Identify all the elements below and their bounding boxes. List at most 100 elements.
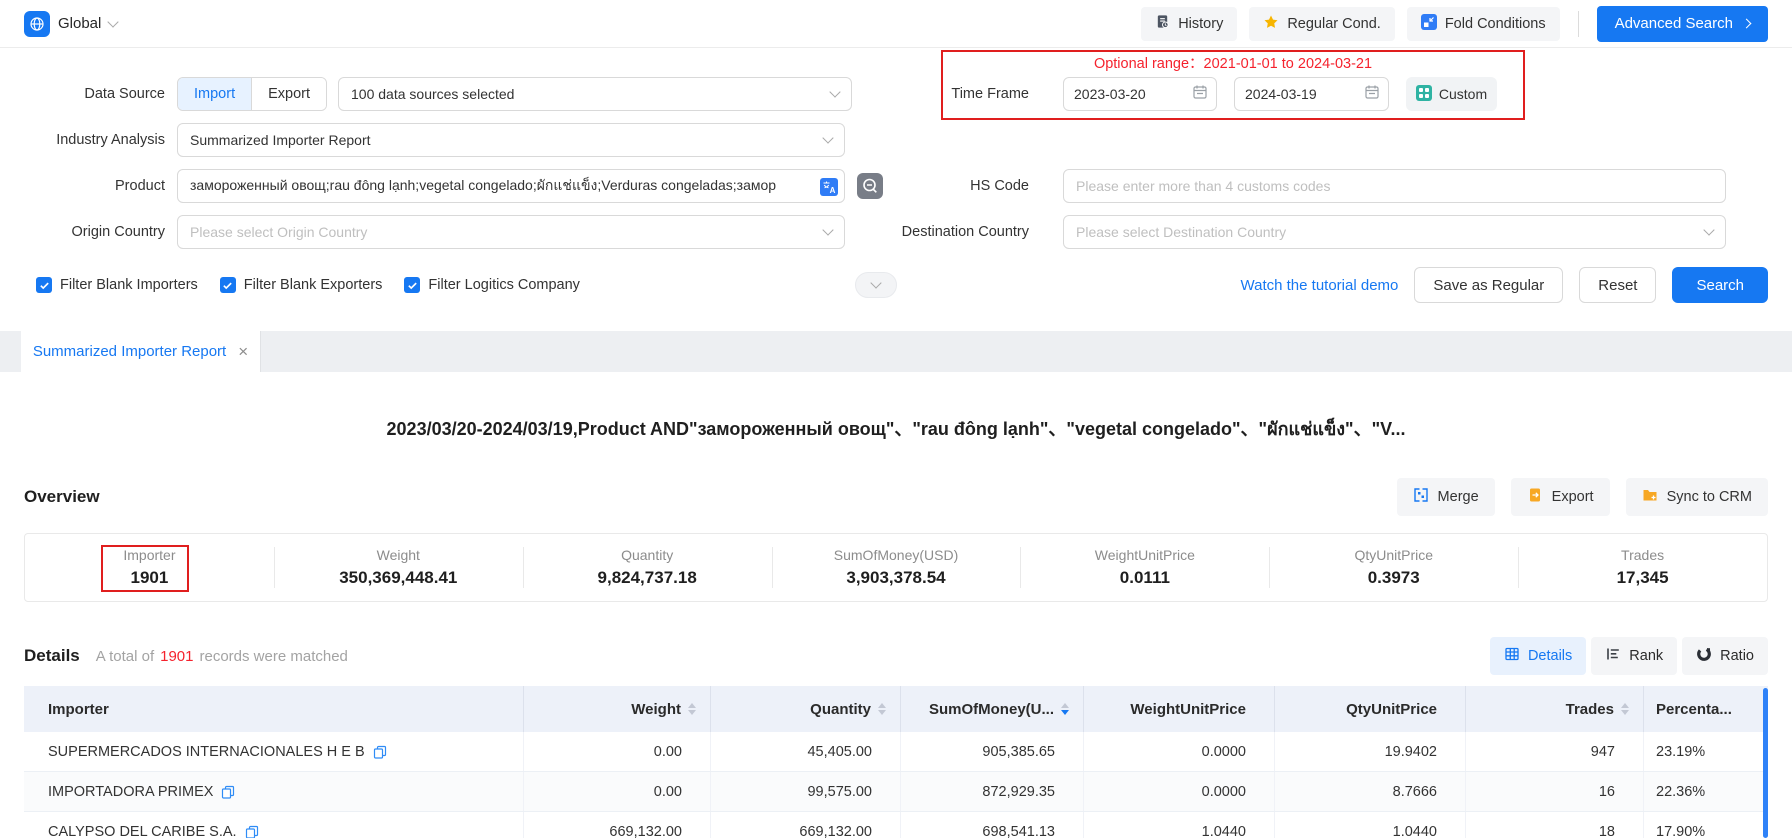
cell-percentage: 23.19% bbox=[1644, 732, 1768, 771]
sort-icon[interactable] bbox=[688, 703, 696, 715]
export-tab[interactable]: Export bbox=[251, 78, 326, 110]
stat-weight-unit-price: WeightUnitPrice 0.0111 bbox=[1020, 534, 1269, 601]
checkbox-checked-icon bbox=[36, 277, 52, 293]
start-date-value[interactable] bbox=[1064, 78, 1192, 110]
importer-name[interactable]: CALYPSO DEL CARIBE S.A. bbox=[48, 824, 237, 838]
stat-value: 17,345 bbox=[1617, 568, 1669, 588]
advanced-search-button[interactable]: Advanced Search bbox=[1597, 6, 1768, 42]
overview-actions: Merge Export Sync to CRM bbox=[1397, 478, 1768, 516]
origin-country-select[interactable]: Please select Origin Country bbox=[177, 215, 845, 249]
calendar-icon bbox=[1192, 84, 1208, 105]
industry-analysis-label: Industry Analysis bbox=[24, 132, 177, 148]
table-row[interactable]: CALYPSO DEL CARIBE S.A. 669,132.00 669,1… bbox=[24, 812, 1768, 838]
hs-code-input[interactable] bbox=[1064, 170, 1725, 202]
cell-trades: 16 bbox=[1466, 772, 1644, 811]
custom-label: Custom bbox=[1439, 86, 1487, 102]
custom-grid-icon bbox=[1416, 85, 1432, 104]
close-icon[interactable]: × bbox=[238, 343, 248, 360]
chevron-down-icon bbox=[1703, 224, 1714, 235]
importer-name[interactable]: IMPORTADORA PRIMEX bbox=[48, 784, 213, 800]
sort-icon-active-desc[interactable] bbox=[1061, 703, 1069, 715]
import-tab[interactable]: Import bbox=[178, 78, 251, 110]
col-trades[interactable]: Trades bbox=[1466, 686, 1644, 732]
filter-logitics-company-checkbox[interactable]: Filter Logitics Company bbox=[404, 277, 580, 293]
region-selector[interactable]: Global bbox=[24, 11, 117, 37]
view-details-button[interactable]: Details bbox=[1490, 637, 1586, 675]
stat-value: 0.3973 bbox=[1368, 568, 1420, 588]
tab-title: Summarized Importer Report bbox=[33, 343, 226, 360]
origin-country-placeholder: Please select Origin Country bbox=[190, 224, 824, 240]
details-title: Details bbox=[24, 646, 80, 666]
summary-prefix: A total of bbox=[96, 648, 154, 665]
tutorial-demo-link[interactable]: Watch the tutorial demo bbox=[1241, 277, 1399, 294]
product-input[interactable] bbox=[178, 170, 844, 202]
sort-icon[interactable] bbox=[878, 703, 886, 715]
regular-cond-button[interactable]: Regular Cond. bbox=[1249, 7, 1395, 41]
data-sources-value: 100 data sources selected bbox=[351, 86, 831, 102]
industry-analysis-select[interactable]: Summarized Importer Report bbox=[177, 123, 845, 157]
stat-sum-of-money: SumOfMoney(USD) 3,903,378.54 bbox=[772, 534, 1021, 601]
table-row[interactable]: SUPERMERCADOS INTERNACIONALES H E B 0.00… bbox=[24, 732, 1768, 772]
tab-summarized-importer-report[interactable]: Summarized Importer Report × bbox=[21, 331, 261, 372]
stat-label: SumOfMoney(USD) bbox=[834, 547, 958, 563]
end-date-input[interactable] bbox=[1234, 77, 1389, 111]
form-row-datasource: Data Source Import Export 100 data sourc… bbox=[24, 77, 1768, 111]
history-button[interactable]: History bbox=[1141, 7, 1237, 41]
chevron-down-icon bbox=[870, 277, 881, 288]
sort-icon[interactable] bbox=[1621, 703, 1629, 715]
optional-range-note: Optional range：2021-01-01 to 2024-03-21 bbox=[941, 52, 1525, 73]
checkbox-label: Filter Logitics Company bbox=[428, 277, 580, 293]
start-date-input[interactable] bbox=[1063, 77, 1217, 111]
filter-blank-exporters-checkbox[interactable]: Filter Blank Exporters bbox=[220, 277, 383, 293]
match-summary: A total of1901records were matched bbox=[96, 648, 348, 665]
search-button[interactable]: Search bbox=[1672, 267, 1768, 303]
translate-icon[interactable]: A bbox=[820, 178, 838, 196]
data-sources-select[interactable]: 100 data sources selected bbox=[338, 77, 852, 111]
save-as-regular-button[interactable]: Save as Regular bbox=[1414, 267, 1563, 303]
col-weight[interactable]: Weight bbox=[524, 686, 711, 732]
details-header: Details A total of1901records were match… bbox=[24, 636, 1768, 676]
star-icon bbox=[1263, 14, 1279, 34]
topbar-actions: History Regular Cond. Fold Conditions Ad… bbox=[1141, 6, 1768, 42]
stat-label: Quantity bbox=[621, 547, 673, 563]
merge-button[interactable]: Merge bbox=[1397, 478, 1495, 516]
destination-country-select[interactable]: Please select Destination Country bbox=[1063, 215, 1726, 249]
stat-value: 9,824,737.18 bbox=[598, 568, 697, 588]
stat-label: QtyUnitPrice bbox=[1354, 547, 1433, 563]
table-scrollbar[interactable] bbox=[1763, 688, 1768, 838]
svg-text:A: A bbox=[830, 186, 836, 195]
product-label: Product bbox=[24, 178, 177, 194]
sync-to-crm-button[interactable]: Sync to CRM bbox=[1626, 478, 1768, 516]
industry-analysis-value: Summarized Importer Report bbox=[190, 132, 824, 148]
data-source-toggle: Import Export bbox=[177, 77, 327, 111]
table-row[interactable]: IMPORTADORA PRIMEX 0.00 99,575.00 872,92… bbox=[24, 772, 1768, 812]
col-sum-of-money[interactable]: SumOfMoney(U... bbox=[901, 686, 1084, 732]
importer-name[interactable]: SUPERMERCADOS INTERNACIONALES H E B bbox=[48, 744, 365, 760]
advanced-search-label: Advanced Search bbox=[1615, 15, 1733, 32]
filter-blank-importers-checkbox[interactable]: Filter Blank Importers bbox=[36, 277, 198, 293]
end-date-value[interactable] bbox=[1235, 78, 1364, 110]
reset-button[interactable]: Reset bbox=[1579, 267, 1656, 303]
view-ratio-button[interactable]: Ratio bbox=[1682, 637, 1768, 675]
copy-icon[interactable] bbox=[245, 825, 259, 838]
stat-label: WeightUnitPrice bbox=[1095, 547, 1195, 563]
form-row-filters: Filter Blank Importers Filter Blank Expo… bbox=[24, 266, 1768, 304]
copy-icon[interactable] bbox=[373, 745, 387, 759]
stat-trades: Trades 17,345 bbox=[1518, 534, 1767, 601]
col-weight-unit-price: WeightUnitPrice bbox=[1084, 686, 1275, 732]
folder-sync-icon bbox=[1642, 487, 1658, 507]
chevron-right-icon bbox=[1742, 19, 1752, 29]
collapse-form-button[interactable] bbox=[855, 272, 897, 298]
calendar-icon bbox=[1364, 84, 1380, 105]
export-button[interactable]: Export bbox=[1511, 478, 1610, 516]
chevron-down-icon bbox=[108, 16, 119, 27]
stat-quantity: Quantity 9,824,737.18 bbox=[523, 534, 772, 601]
copy-icon[interactable] bbox=[221, 785, 235, 799]
col-qty-unit-price: QtyUnitPrice bbox=[1275, 686, 1466, 732]
col-percentage: Percenta... bbox=[1644, 686, 1768, 732]
custom-button[interactable]: Custom bbox=[1406, 77, 1497, 111]
view-rank-button[interactable]: Rank bbox=[1591, 637, 1677, 675]
cell-weight: 0.00 bbox=[524, 732, 711, 771]
fold-conditions-button[interactable]: Fold Conditions bbox=[1407, 7, 1560, 41]
col-quantity[interactable]: Quantity bbox=[711, 686, 901, 732]
